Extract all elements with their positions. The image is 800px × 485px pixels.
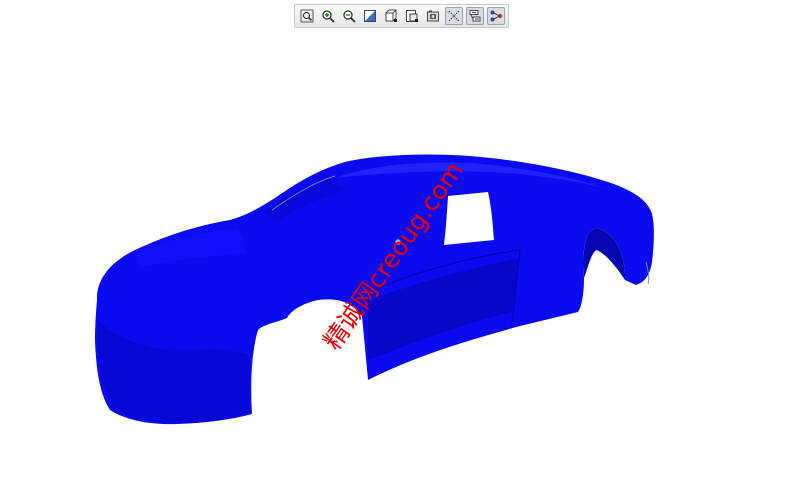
zoom-fit-icon xyxy=(300,9,314,23)
view-toolbar: * * xyxy=(294,4,509,28)
datum-points-icon xyxy=(490,10,502,22)
layers-icon xyxy=(427,10,439,22)
datum-planes-icon: * * xyxy=(447,10,460,23)
zoom-in-icon xyxy=(322,10,335,23)
datum-axes-icon xyxy=(469,10,481,22)
display-style-button[interactable] xyxy=(382,7,400,25)
svg-text:*: * xyxy=(455,18,458,23)
zoom-out-icon xyxy=(343,10,356,23)
saved-views-icon xyxy=(406,10,418,22)
layers-button[interactable] xyxy=(424,7,442,25)
datum-axes-button[interactable] xyxy=(466,7,484,25)
repaint-button[interactable] xyxy=(361,7,379,25)
zoom-out-button[interactable] xyxy=(340,7,358,25)
zoom-in-button[interactable] xyxy=(319,7,337,25)
repaint-icon xyxy=(364,10,376,22)
datum-points-button[interactable] xyxy=(487,7,505,25)
display-style-icon xyxy=(385,9,397,22)
zoom-fit-button[interactable] xyxy=(298,7,316,25)
datum-planes-button[interactable]: * * xyxy=(445,7,463,25)
saved-views-button[interactable] xyxy=(403,7,421,25)
